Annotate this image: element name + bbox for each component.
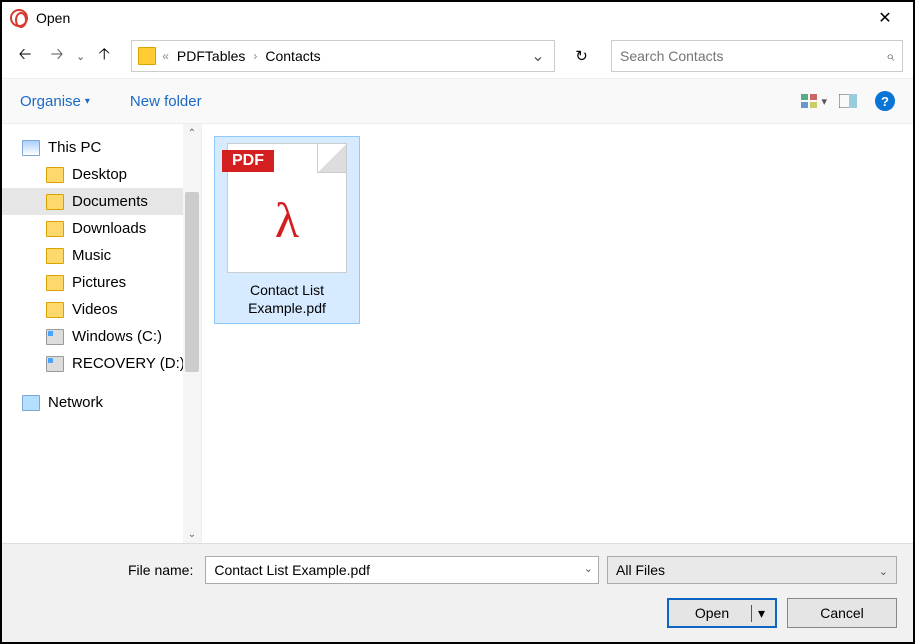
toolbar: Organise ▾ New folder ▾ ? <box>2 78 913 124</box>
filetype-filter[interactable]: All Files ⌄ <box>607 556 897 584</box>
preview-pane-icon[interactable] <box>837 90 859 112</box>
main-area: This PC Desktop Documents Downloads Musi… <box>2 124 913 543</box>
sidebar-item-pictures[interactable]: Pictures <box>2 269 201 296</box>
sidebar-item-this-pc[interactable]: This PC <box>2 134 201 161</box>
sidebar-item-label: Videos <box>72 301 118 318</box>
close-button[interactable]: ✕ <box>865 4 905 32</box>
scroll-down-icon[interactable]: ⌄ <box>183 525 201 543</box>
breadcrumb-separator: « <box>158 49 173 63</box>
forward-button: 🡢 <box>44 43 70 69</box>
filename-label: File name: <box>128 562 193 578</box>
breadcrumb-segment[interactable]: Contacts <box>263 48 322 64</box>
filename-combo[interactable]: ⌄ <box>205 556 599 584</box>
up-button[interactable]: 🡡 <box>91 43 117 69</box>
search-box[interactable]: ⌕ <box>611 40 903 72</box>
view-options-icon[interactable] <box>799 90 821 112</box>
refresh-button[interactable]: ↻ <box>565 40 597 72</box>
cancel-button-label: Cancel <box>820 605 864 621</box>
sidebar-item-drive-c[interactable]: Windows (C:) <box>2 323 201 350</box>
chevron-down-icon[interactable]: ⌄ <box>584 562 593 575</box>
scroll-thumb[interactable] <box>185 192 199 372</box>
back-button[interactable]: 🡠 <box>12 43 38 69</box>
folder-icon <box>46 167 64 183</box>
folder-icon <box>46 248 64 264</box>
sidebar-item-label: This PC <box>48 139 101 156</box>
window-title: Open <box>36 10 70 26</box>
folder-icon <box>46 275 64 291</box>
sidebar-item-videos[interactable]: Videos <box>2 296 201 323</box>
filename-input[interactable] <box>205 556 599 584</box>
file-label: Contact List Example.pdf <box>221 281 353 317</box>
sidebar-item-label: RECOVERY (D:) <box>72 355 185 372</box>
sidebar-item-network[interactable]: Network <box>2 389 201 416</box>
sidebar-item-documents[interactable]: Documents <box>2 188 201 215</box>
nav-sidebar: This PC Desktop Documents Downloads Musi… <box>2 124 202 543</box>
nav-bar: 🡠 🡢 ⌄ 🡡 « PDFTables › Contacts ⌄ ↻ ⌕ <box>2 34 913 78</box>
view-dropdown[interactable]: ▾ <box>821 95 827 108</box>
open-split-dropdown[interactable]: ▾ <box>751 605 771 622</box>
chevron-right-icon: › <box>249 49 261 63</box>
search-input[interactable] <box>620 48 886 64</box>
help-button[interactable]: ? <box>875 91 895 111</box>
footer: File name: ⌄ All Files ⌄ Open ▾ Cancel <box>2 543 913 642</box>
cancel-button[interactable]: Cancel <box>787 598 897 628</box>
breadcrumb[interactable]: « PDFTables › Contacts ⌄ <box>131 40 555 72</box>
folder-icon <box>138 47 156 65</box>
breadcrumb-dropdown[interactable]: ⌄ <box>528 46 548 66</box>
opera-icon <box>10 9 28 27</box>
new-folder-button[interactable]: New folder <box>130 93 202 110</box>
sidebar-item-downloads[interactable]: Downloads <box>2 215 201 242</box>
drive-icon <box>46 329 64 345</box>
file-item[interactable]: PDF λ Contact List Example.pdf <box>214 136 360 324</box>
title-bar: Open ✕ <box>2 2 913 34</box>
pdf-badge: PDF <box>222 150 274 172</box>
chevron-down-icon[interactable]: ⌄ <box>879 565 888 578</box>
file-pane[interactable]: PDF λ Contact List Example.pdf <box>202 124 913 543</box>
sidebar-item-drive-d[interactable]: RECOVERY (D:) <box>2 350 201 377</box>
scroll-up-icon[interactable]: ⌃ <box>183 124 201 142</box>
sidebar-item-desktop[interactable]: Desktop <box>2 161 201 188</box>
sidebar-item-label: Desktop <box>72 166 127 183</box>
organise-menu[interactable]: Organise ▾ <box>20 93 90 110</box>
network-icon <box>22 395 40 411</box>
sidebar-item-label: Pictures <box>72 274 126 291</box>
pdf-thumbnail: PDF λ <box>227 143 347 273</box>
open-button[interactable]: Open ▾ <box>667 598 777 628</box>
sidebar-scrollbar[interactable]: ⌃ ⌄ <box>183 124 201 543</box>
sidebar-item-label: Downloads <box>72 220 146 237</box>
search-icon[interactable]: ⌕ <box>886 48 894 65</box>
sidebar-item-label: Documents <box>72 193 148 210</box>
folder-icon <box>46 302 64 318</box>
open-button-label: Open <box>673 605 751 621</box>
breadcrumb-segment[interactable]: PDFTables <box>175 48 247 64</box>
sidebar-item-label: Music <box>72 247 111 264</box>
history-dropdown[interactable]: ⌄ <box>76 50 85 63</box>
folder-icon <box>46 194 64 210</box>
pc-icon <box>22 140 40 156</box>
sidebar-item-music[interactable]: Music <box>2 242 201 269</box>
chevron-down-icon: ▾ <box>85 96 90 107</box>
sidebar-item-label: Windows (C:) <box>72 328 162 345</box>
adobe-icon: λ <box>275 191 299 249</box>
drive-icon <box>46 356 64 372</box>
filter-value: All Files <box>616 562 665 578</box>
folder-icon <box>46 221 64 237</box>
sidebar-item-label: Network <box>48 394 103 411</box>
organise-label: Organise <box>20 93 81 110</box>
